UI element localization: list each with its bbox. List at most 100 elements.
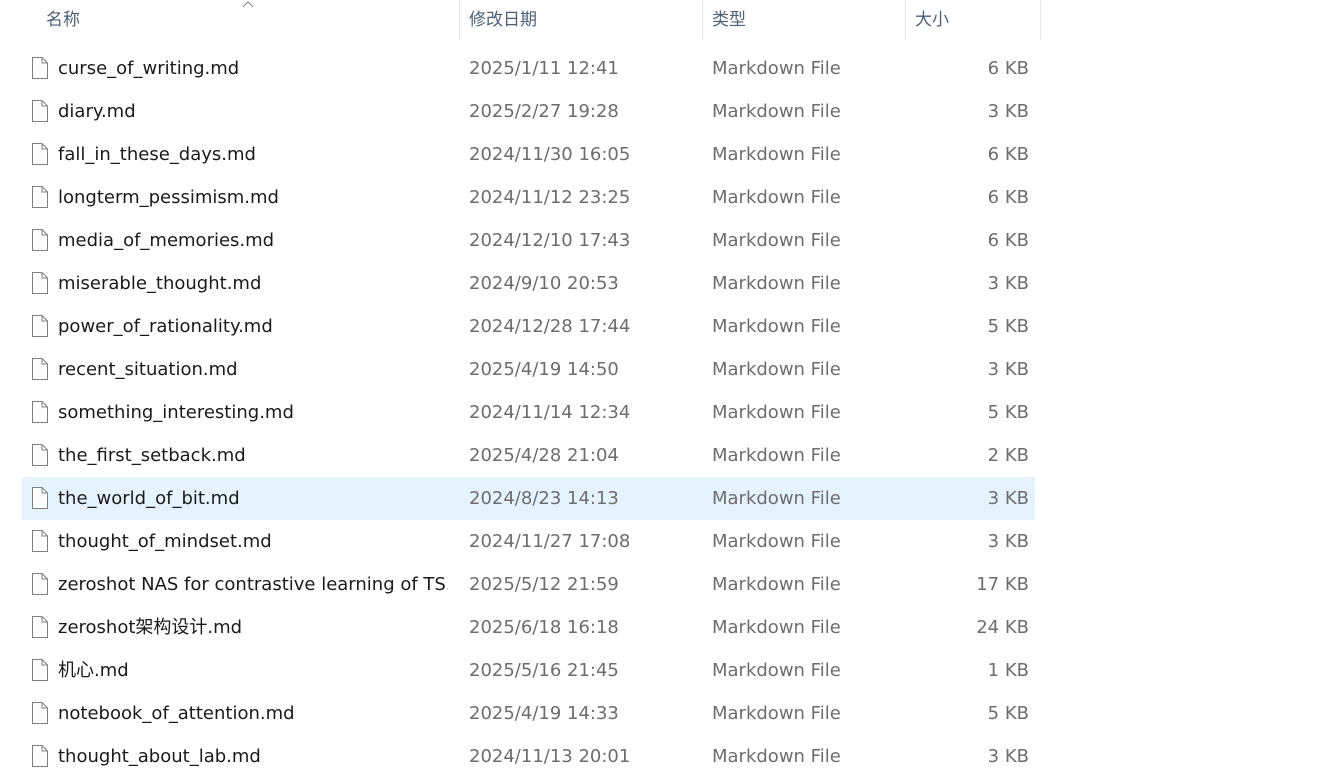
file-row[interactable]: diary.md 2025/2/27 19:28 Markdown File 3… (0, 90, 1324, 133)
file-name: diary.md (58, 101, 136, 122)
file-modified-date: 2025/4/28 21:04 (469, 445, 619, 466)
file-type: Markdown File (712, 187, 841, 208)
file-modified-date: 2024/11/13 20:01 (469, 746, 631, 767)
file-row[interactable]: power_of_rationality.md 2024/12/28 17:44… (0, 305, 1324, 348)
file-type: Markdown File (712, 230, 841, 251)
file-size: 1 KB (987, 660, 1029, 681)
document-icon (32, 659, 48, 681)
column-header-size-label: 大小 (915, 10, 949, 30)
file-modified-date: 2024/8/23 14:13 (469, 488, 619, 509)
file-modified-date: 2024/12/28 17:44 (469, 316, 631, 337)
file-name: fall_in_these_days.md (58, 144, 256, 165)
file-row[interactable]: something_interesting.md 2024/11/14 12:3… (0, 391, 1324, 434)
file-modified-date: 2024/11/14 12:34 (469, 402, 631, 423)
file-name: 机心.md (58, 660, 129, 681)
file-row[interactable]: thought_of_mindset.md 2024/11/27 17:08 M… (0, 520, 1324, 563)
file-name: something_interesting.md (58, 402, 294, 423)
document-icon (32, 616, 48, 638)
document-icon (32, 530, 48, 552)
column-separator[interactable] (905, 0, 906, 40)
document-icon (32, 272, 48, 294)
file-type: Markdown File (712, 703, 841, 724)
file-type: Markdown File (712, 101, 841, 122)
file-row[interactable]: zeroshot架构设计.md 2025/6/18 16:18 Markdown… (0, 606, 1324, 649)
file-type: Markdown File (712, 445, 841, 466)
file-row[interactable]: longterm_pessimism.md 2024/11/12 23:25 M… (0, 176, 1324, 219)
file-row[interactable]: the_first_setback.md 2025/4/28 21:04 Mar… (0, 434, 1324, 477)
file-name: thought_of_mindset.md (58, 531, 272, 552)
file-row[interactable]: recent_situation.md 2025/4/19 14:50 Mark… (0, 348, 1324, 391)
file-type: Markdown File (712, 273, 841, 294)
file-size: 17 KB (976, 574, 1029, 595)
file-name: curse_of_writing.md (58, 58, 240, 79)
file-type: Markdown File (712, 316, 841, 337)
file-name: the_world_of_bit.md (58, 488, 240, 509)
document-icon (32, 573, 48, 595)
column-header-row: 名称 修改日期 类型 大小 (0, 0, 1324, 40)
document-icon (32, 401, 48, 423)
file-list: curse_of_writing.md 2025/1/11 12:41 Mark… (0, 47, 1324, 778)
file-explorer-details-view: 名称 修改日期 类型 大小 curse_of_writing.md 2025/1… (0, 0, 1324, 784)
file-modified-date: 2024/11/12 23:25 (469, 187, 631, 208)
file-row[interactable]: thought_about_lab.md 2024/11/13 20:01 Ma… (0, 735, 1324, 778)
column-header-type-label: 类型 (712, 10, 746, 30)
document-icon (32, 702, 48, 724)
document-icon (32, 444, 48, 466)
file-size: 3 KB (987, 746, 1029, 767)
file-name: miserable_thought.md (58, 273, 262, 294)
column-separator[interactable] (702, 0, 703, 40)
file-row[interactable]: notebook_of_attention.md 2025/4/19 14:33… (0, 692, 1324, 735)
column-header-size[interactable]: 大小 (907, 0, 1040, 40)
file-row[interactable]: fall_in_these_days.md 2024/11/30 16:05 M… (0, 133, 1324, 176)
file-size: 5 KB (987, 316, 1029, 337)
document-icon (32, 143, 48, 165)
file-type: Markdown File (712, 359, 841, 380)
file-size: 3 KB (987, 488, 1029, 509)
file-type: Markdown File (712, 660, 841, 681)
file-modified-date: 2025/4/19 14:50 (469, 359, 619, 380)
file-size: 6 KB (987, 58, 1029, 79)
file-size: 5 KB (987, 703, 1029, 724)
file-modified-date: 2024/11/30 16:05 (469, 144, 631, 165)
column-header-date-label: 修改日期 (469, 10, 537, 30)
file-row[interactable]: miserable_thought.md 2024/9/10 20:53 Mar… (0, 262, 1324, 305)
column-header-type[interactable]: 类型 (704, 0, 904, 40)
file-name: zeroshot架构设计.md (58, 617, 243, 638)
file-size: 6 KB (987, 144, 1029, 165)
file-modified-date: 2025/1/11 12:41 (469, 58, 619, 79)
file-size: 24 KB (976, 617, 1029, 638)
file-modified-date: 2024/11/27 17:08 (469, 531, 631, 552)
file-type: Markdown File (712, 58, 841, 79)
file-row[interactable]: curse_of_writing.md 2025/1/11 12:41 Mark… (0, 47, 1324, 90)
document-icon (32, 57, 48, 79)
file-row[interactable]: zeroshot NAS for contrastive learning of… (0, 563, 1324, 606)
file-row[interactable]: 机心.md 2025/5/16 21:45 Markdown File 1 KB (0, 649, 1324, 692)
file-modified-date: 2025/6/18 16:18 (469, 617, 619, 638)
file-name: notebook_of_attention.md (58, 703, 295, 724)
column-header-name-label: 名称 (46, 10, 80, 30)
document-icon (32, 315, 48, 337)
file-row[interactable]: media_of_memories.md 2024/12/10 17:43 Ma… (0, 219, 1324, 262)
file-modified-date: 2024/9/10 20:53 (469, 273, 619, 294)
file-name: zeroshot NAS for contrastive learning of… (58, 574, 448, 595)
file-modified-date: 2025/5/12 21:59 (469, 574, 619, 595)
file-size: 5 KB (987, 402, 1029, 423)
document-icon (32, 358, 48, 380)
file-name: recent_situation.md (58, 359, 238, 380)
file-size: 6 KB (987, 187, 1029, 208)
file-type: Markdown File (712, 574, 841, 595)
column-separator[interactable] (459, 0, 460, 40)
file-modified-date: 2025/2/27 19:28 (469, 101, 619, 122)
file-size: 3 KB (987, 101, 1029, 122)
file-type: Markdown File (712, 746, 841, 767)
document-icon (32, 229, 48, 251)
column-header-date[interactable]: 修改日期 (461, 0, 701, 40)
file-name: the_first_setback.md (58, 445, 246, 466)
file-name: thought_about_lab.md (58, 746, 261, 767)
file-type: Markdown File (712, 144, 841, 165)
file-row[interactable]: the_world_of_bit.md 2024/8/23 14:13 Mark… (0, 477, 1324, 520)
file-size: 3 KB (987, 359, 1029, 380)
column-separator[interactable] (1040, 0, 1041, 40)
document-icon (32, 487, 48, 509)
file-modified-date: 2025/4/19 14:33 (469, 703, 619, 724)
